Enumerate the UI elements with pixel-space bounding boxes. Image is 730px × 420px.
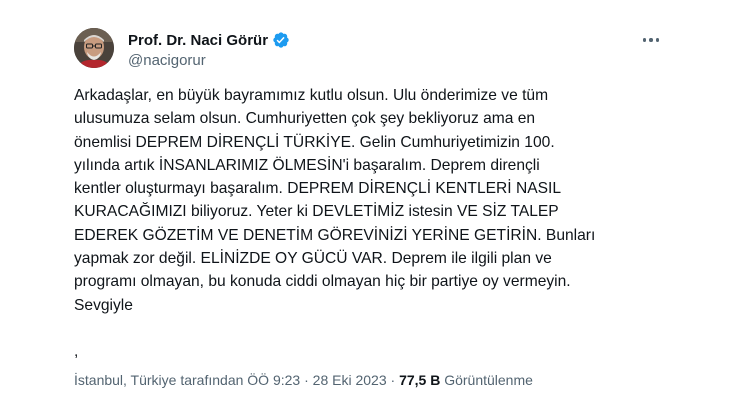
tweet-location-time[interactable]: İstanbul, Türkiye tarafından ÖÖ 9:23	[74, 372, 300, 388]
views-count: 77,5 B	[399, 372, 441, 388]
tweet-meta: İstanbul, Türkiye tarafından ÖÖ 9:23 · 2…	[74, 372, 533, 388]
display-name[interactable]: Prof. Dr. Naci Görür	[128, 32, 268, 49]
tweet-date[interactable]: 28 Eki 2023	[313, 372, 387, 388]
tweet-card: Prof. Dr. Naci Görür @nacigorur Arkadaşl…	[0, 0, 730, 420]
tweet-text: Arkadaşlar, en büyük bayramımız kutlu ol…	[74, 87, 596, 361]
display-name-row: Prof. Dr. Naci Görür	[128, 30, 290, 50]
avatar[interactable]	[74, 28, 114, 68]
author-names: Prof. Dr. Naci Görür @nacigorur	[128, 30, 290, 69]
avatar-portrait-icon	[74, 28, 114, 68]
more-dot	[655, 38, 660, 42]
verified-badge-icon[interactable]	[272, 31, 290, 49]
views-label: Görüntülenme	[440, 372, 533, 388]
more-dot	[642, 38, 647, 42]
more-options-icon[interactable]	[640, 30, 662, 50]
meta-separator: ·	[300, 372, 313, 388]
author-handle[interactable]: @nacigorur	[128, 52, 290, 69]
more-dot	[649, 38, 653, 42]
tweet-header: Prof. Dr. Naci Görür @nacigorur	[74, 28, 674, 72]
meta-separator: ·	[386, 372, 400, 388]
